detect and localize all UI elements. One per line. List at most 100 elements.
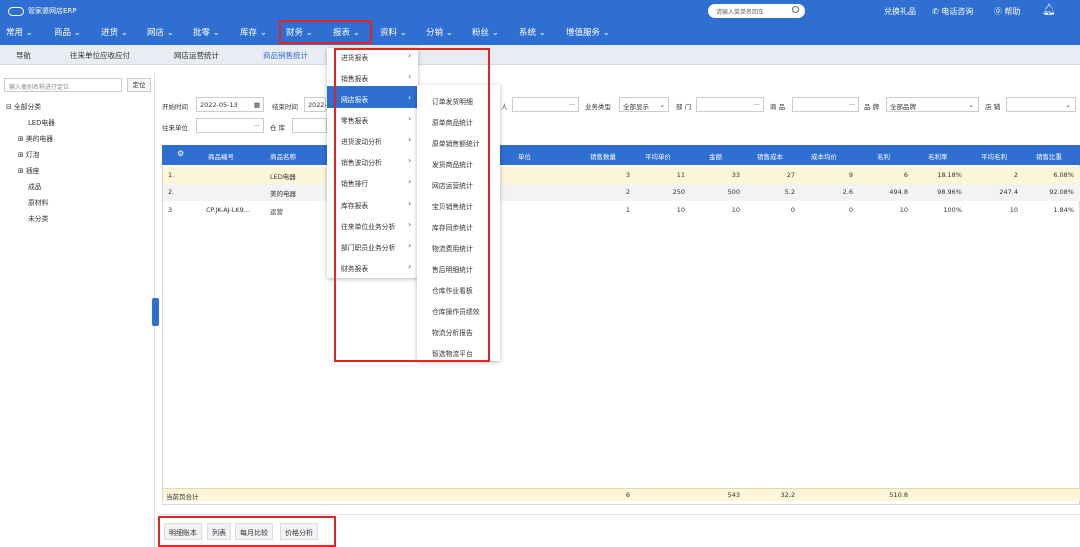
cell-rate: 98.96% xyxy=(937,188,962,196)
tree-item-led[interactable]: LED电器 xyxy=(28,117,55,127)
end-time-input[interactable]: 2022- xyxy=(304,97,327,112)
cell-price: 250 xyxy=(672,188,685,196)
col-code[interactable]: 商品编号 xyxy=(208,151,234,161)
cell-profit: 6 xyxy=(903,171,908,179)
tab-nav[interactable]: 导航 xyxy=(16,50,31,61)
tab-receivables[interactable]: 往来单位应收应付 xyxy=(70,50,130,61)
cell-cost: 5.2 xyxy=(784,188,795,196)
warehouse-input[interactable] xyxy=(292,118,327,133)
search-icon[interactable] xyxy=(792,6,799,13)
start-time-label: 开始时间 xyxy=(162,103,188,111)
tab-goods-sales-stats[interactable]: 商品销售统计 xyxy=(263,50,308,61)
cell-rate: 18.18% xyxy=(937,171,962,179)
cell-cost: 0 xyxy=(790,206,795,214)
chevron-down-icon: ⌄ xyxy=(659,101,665,109)
tree-item-midea[interactable]: ⊞ 美的电器 xyxy=(18,133,53,143)
shop-select[interactable]: ⌄ xyxy=(1006,97,1076,112)
col-rate[interactable]: 毛利率 xyxy=(928,151,948,161)
app-logo[interactable]: 管家婆网店ERP xyxy=(8,6,77,16)
cell-share: 92.08% xyxy=(1049,188,1074,196)
tree-item-bulb[interactable]: ⊞ 灯泡 xyxy=(18,149,39,159)
goods-input[interactable]: ··· xyxy=(792,97,859,112)
gift-link[interactable]: 兑换礼品 xyxy=(884,6,916,17)
end-time-label: 结束时间 xyxy=(272,103,298,111)
category-search-input[interactable]: 输入类别名称进行定位 xyxy=(4,78,122,92)
start-time-input[interactable]: 2022-05-13 ▦ xyxy=(196,97,264,112)
menu-search-input[interactable]: 请输入菜单名回车 xyxy=(708,4,805,18)
biz-type-select[interactable]: 全部显示 ⌄ xyxy=(619,97,669,112)
search-placeholder: 请输入菜单名回车 xyxy=(716,9,765,16)
row-index: 1. xyxy=(168,171,175,179)
help-link[interactable]: ⓪ 帮助 xyxy=(994,6,1021,17)
tab-shop-stats[interactable]: 网店运营统计 xyxy=(174,50,219,61)
col-share[interactable]: 销售比重 xyxy=(1036,151,1062,161)
cell-code: CP.JK-AJ-LK9... xyxy=(206,206,250,214)
col-price[interactable]: 平均单价 xyxy=(645,151,671,161)
dept-input[interactable]: ··· xyxy=(696,97,764,112)
menu-purchase[interactable]: 进货 ⌄ xyxy=(101,26,128,38)
col-qty[interactable]: 销售数量 xyxy=(590,151,616,161)
calendar-icon[interactable]: ▦ xyxy=(254,101,260,109)
cell-profit: 10 xyxy=(899,206,908,214)
tree-item-finished[interactable]: 成品 xyxy=(28,181,42,191)
cell-avg-profit: 10 xyxy=(1009,206,1018,214)
cell-cost-avg: 9 xyxy=(848,171,853,179)
summary-cost: 32.2 xyxy=(780,491,795,499)
tab-bar xyxy=(0,45,1080,65)
menu-wholesale[interactable]: 批零 ⌄ xyxy=(193,26,220,38)
summary-qty: 6 xyxy=(625,491,630,499)
cell-cost-avg: 2.6 xyxy=(842,188,853,196)
tree-item-raw[interactable]: 原材料 xyxy=(28,197,48,207)
report-menu-highlight xyxy=(334,48,490,362)
cell-amount: 33 xyxy=(731,171,740,179)
col-cost-avg[interactable]: 成本均价 xyxy=(811,151,837,161)
cell-price: 11 xyxy=(676,171,685,179)
top-navigation-bar xyxy=(0,0,1080,45)
tree-root[interactable]: ⊟ 全部分类 xyxy=(6,101,41,111)
cell-name: LED电器 xyxy=(270,173,296,181)
settings-gear-icon[interactable]: ⚙ xyxy=(177,149,184,158)
col-unit[interactable]: 单位 xyxy=(518,151,531,161)
menu-shop[interactable]: 网店 ⌄ xyxy=(147,26,174,38)
shop-label: 店 铺 xyxy=(985,103,1001,111)
cell-name: 运营 xyxy=(270,208,283,216)
partner-label: 往来单位 xyxy=(162,124,188,132)
brand-select[interactable]: 全部品牌 ⌄ xyxy=(886,97,979,112)
cell-name: 美的电器 xyxy=(270,190,296,198)
cell-cost-avg: 0 xyxy=(848,206,853,214)
brand-label: 品 牌 xyxy=(864,103,880,111)
bell-icon[interactable]: 🔔︎ xyxy=(1042,3,1056,16)
col-cost[interactable]: 销售成本 xyxy=(757,151,783,161)
menu-fans[interactable]: 粉丝 ⌄ xyxy=(472,26,499,38)
locate-button[interactable]: 定位 xyxy=(127,78,151,92)
cell-share: 1.84% xyxy=(1053,206,1074,214)
cell-profit: 494.8 xyxy=(889,188,908,196)
partner-input[interactable]: ··· xyxy=(196,118,264,133)
collapse-handle[interactable] xyxy=(152,298,159,326)
menu-inventory[interactable]: 库存 ⌄ xyxy=(240,26,267,38)
row-index: 2. xyxy=(168,188,175,196)
menu-common[interactable]: 常用 ⌄ xyxy=(6,26,33,38)
help-label: 帮助 xyxy=(1004,7,1021,16)
cell-share: 6.08% xyxy=(1053,171,1074,179)
person-input[interactable]: ··· xyxy=(512,97,579,112)
menu-distribution[interactable]: 分销 ⌄ xyxy=(426,26,453,38)
bottom-buttons-highlight xyxy=(158,516,336,547)
col-name[interactable]: 商品名称 xyxy=(270,151,296,161)
cell-avg-profit: 247.4 xyxy=(999,188,1018,196)
menu-system[interactable]: 系统 ⌄ xyxy=(519,26,546,38)
cell-cost: 27 xyxy=(786,171,795,179)
menu-value-added[interactable]: 增值服务 ⌄ xyxy=(566,26,610,38)
menu-goods[interactable]: 商品 ⌄ xyxy=(54,26,81,38)
col-avg-profit[interactable]: 平均毛利 xyxy=(981,151,1007,161)
summary-label: 当前页合计 xyxy=(166,493,199,501)
tree-item-socket[interactable]: ⊞ 插座 xyxy=(18,165,39,175)
summary-profit: 510.8 xyxy=(889,491,908,499)
cloud-icon xyxy=(8,6,24,16)
tree-item-uncategorized[interactable]: 未分类 xyxy=(28,213,48,223)
phone-consult-link[interactable]: ✆ 电话咨询 xyxy=(932,6,973,17)
col-profit[interactable]: 毛利 xyxy=(877,151,890,161)
app-name: 管家婆网店ERP xyxy=(28,7,77,15)
col-amount[interactable]: 金额 xyxy=(709,151,722,161)
menu-data[interactable]: 资料 ⌄ xyxy=(380,26,407,38)
